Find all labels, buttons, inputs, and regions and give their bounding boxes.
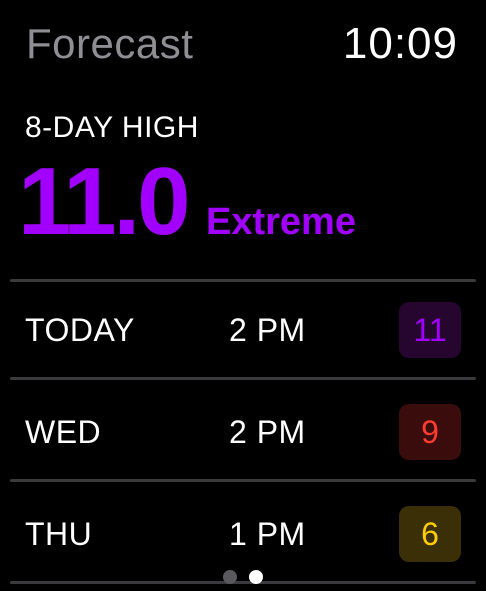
divider: [10, 479, 476, 482]
high-label: 8-DAY HIGH: [25, 111, 199, 144]
row-peak-time: 1 PM: [229, 516, 306, 552]
page-dot-active[interactable]: [249, 570, 263, 584]
row-peak-time: 2 PM: [229, 312, 306, 348]
uv-index-badge: 6: [399, 506, 461, 562]
clock: 10:09: [342, 19, 458, 68]
row-day: TODAY: [25, 312, 135, 348]
forecast-row-today[interactable]: TODAY 2 PM 11: [0, 282, 486, 380]
app-title[interactable]: Forecast: [26, 20, 193, 68]
status-bar: Forecast 10:09: [0, 0, 486, 90]
row-day: WED: [25, 414, 102, 450]
high-uv-value: 11.0: [18, 148, 191, 255]
uv-index-badge: 9: [399, 404, 461, 460]
forecast-row-wed[interactable]: WED 2 PM 9: [0, 384, 486, 482]
uv-index-badge: 11: [399, 302, 461, 358]
page-indicator[interactable]: [0, 570, 486, 584]
high-uv-level: Extreme: [206, 201, 356, 243]
row-peak-time: 2 PM: [229, 414, 306, 450]
row-day: THU: [25, 516, 93, 552]
divider: [10, 377, 476, 380]
page-dot[interactable]: [223, 570, 237, 584]
